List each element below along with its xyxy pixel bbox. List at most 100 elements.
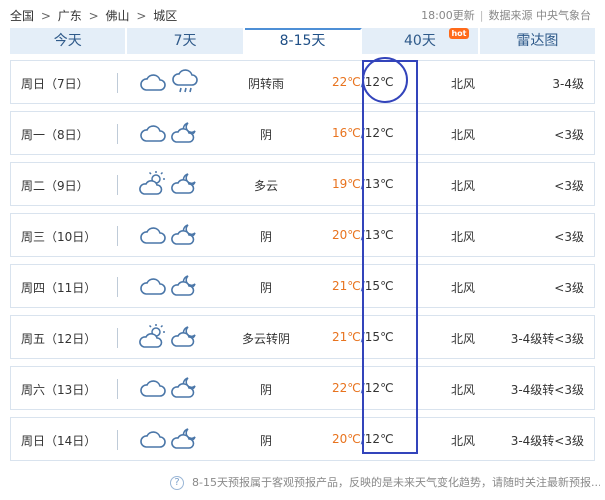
temperature-range: 16℃/12℃ — [332, 126, 394, 140]
day-label: 周四（11日） — [21, 281, 97, 295]
forecast-row: 周三（10日） 阴 20℃/13℃ 北风 <3级 — [10, 213, 595, 257]
high-temp: 21℃ — [332, 279, 361, 293]
low-temp: 13℃ — [364, 177, 394, 191]
day-label: 周五（12日） — [21, 332, 97, 346]
wind-level: 3-4级转<3级 — [510, 332, 584, 346]
wind-direction: 北风 — [450, 383, 475, 397]
weather-description: 阴 — [259, 128, 272, 142]
wind-direction: 北风 — [450, 434, 475, 448]
temperature-range: 20℃/13℃ — [332, 228, 394, 242]
forecast-row: 周一（8日） 阴 16℃/12℃ 北风 <3级 — [10, 111, 595, 155]
weather-icons — [139, 323, 203, 351]
day-label: 周三（10日） — [21, 230, 97, 244]
low-temp: 12℃ — [364, 381, 394, 395]
footnote: ? 8-15天预报属于客观预报产品，反映的是未来天气变化趋势，请随时关注最新预报.… — [170, 474, 600, 490]
weather-description: 多云转阴 — [241, 332, 290, 346]
forecast-row: 周六（13日） 阴 22℃/12℃ 北风 3-4级转<3级 — [10, 366, 595, 410]
breadcrumb-separator: > — [136, 9, 147, 23]
high-temp: 22℃ — [332, 381, 361, 395]
high-temp: 19℃ — [332, 177, 361, 191]
tab-7-days[interactable]: 7天 — [127, 28, 245, 54]
footnote-text: 8-15天预报属于客观预报产品，反映的是未来天气变化趋势，请随时关注最新预报..… — [192, 476, 600, 489]
low-temp: 15℃ — [364, 330, 394, 344]
weather-description: 阴 — [259, 281, 272, 295]
divider — [117, 328, 118, 348]
high-temp: 20℃ — [332, 228, 361, 242]
weather-icons — [139, 272, 203, 300]
divider — [117, 73, 118, 93]
temperature-range: 22℃/12℃ — [332, 381, 394, 395]
tab-radar[interactable]: 雷达图 — [479, 28, 596, 54]
day-label: 周日（14日） — [21, 434, 97, 448]
breadcrumb: 全国 > 广东 > 佛山 > 城区 — [10, 7, 180, 24]
temperature-range: 19℃/13℃ — [332, 177, 394, 191]
forecast-row: 周二（9日） 多云 19℃/13℃ 北风 <3级 — [10, 162, 595, 206]
low-temp: 15℃ — [364, 279, 394, 293]
forecast-row: 周四（11日） 阴 21℃/15℃ 北风 <3级 — [10, 264, 595, 308]
weather-icons — [139, 170, 203, 198]
wind-level: <3级 — [554, 179, 584, 193]
low-temp: 12℃ — [364, 75, 394, 89]
high-temp: 21℃ — [332, 330, 361, 344]
weather-icons — [139, 374, 203, 402]
breadcrumb-separator: > — [88, 9, 99, 23]
divider — [117, 430, 118, 450]
breadcrumb-item-country[interactable]: 全国 — [10, 9, 34, 23]
wind-level: 3-4级转<3级 — [510, 383, 584, 397]
wind-level: <3级 — [554, 128, 584, 142]
low-temp: 13℃ — [364, 228, 394, 242]
weather-description: 阴 — [259, 383, 272, 397]
update-time: 18:00更新 — [421, 9, 475, 22]
weather-icons — [139, 68, 203, 96]
day-label: 周六（13日） — [21, 383, 97, 397]
wind-level: 3-4级 — [552, 77, 584, 91]
weather-description: 阴 — [259, 434, 272, 448]
divider — [117, 379, 118, 399]
wind-level: 3-4级转<3级 — [510, 434, 584, 448]
question-icon[interactable]: ? — [170, 476, 184, 490]
data-source: 数据来源 中央气象台 — [488, 9, 592, 22]
wind-level: <3级 — [554, 230, 584, 244]
update-divider: | — [479, 9, 484, 22]
weather-description: 阴转雨 — [247, 77, 284, 91]
wind-direction: 北风 — [450, 179, 475, 193]
wind-direction: 北风 — [450, 128, 475, 142]
wind-level: <3级 — [554, 281, 584, 295]
top-bar: 全国 > 广东 > 佛山 > 城区 18:00更新 | 数据来源 中央气象台 — [0, 0, 605, 28]
forecast-tabs: 今天 7天 8-15天 40天 雷达图 — [10, 28, 596, 54]
divider — [117, 277, 118, 297]
wind-direction: 北风 — [450, 77, 475, 91]
weather-icons — [139, 425, 203, 453]
weather-icons — [139, 221, 203, 249]
tab-today[interactable]: 今天 — [10, 28, 128, 54]
temperature-range: 22℃/12℃ — [332, 75, 394, 89]
day-label: 周日（7日） — [21, 77, 89, 91]
high-temp: 20℃ — [332, 432, 361, 446]
forecast-row: 周五（12日） 多云转阴 21℃/15℃ 北风 3-4级转<3级 — [10, 315, 595, 359]
wind-direction: 北风 — [450, 230, 475, 244]
wind-direction: 北风 — [450, 332, 475, 346]
update-info: 18:00更新 | 数据来源 中央气象台 — [421, 7, 591, 23]
temperature-range: 21℃/15℃ — [332, 330, 394, 344]
divider — [117, 124, 118, 144]
breadcrumb-item-province[interactable]: 广东 — [58, 9, 82, 23]
breadcrumb-item-district: 城区 — [153, 9, 178, 23]
breadcrumb-item-city[interactable]: 佛山 — [105, 9, 129, 23]
low-temp: 12℃ — [364, 432, 394, 446]
tab-8-15-days[interactable]: 8-15天 — [244, 28, 363, 54]
weather-description: 多云 — [253, 179, 278, 193]
high-temp: 22℃ — [332, 75, 361, 89]
wind-direction: 北风 — [450, 281, 475, 295]
weather-icons — [139, 119, 203, 147]
high-temp: 16℃ — [332, 126, 361, 140]
divider — [117, 226, 118, 246]
breadcrumb-separator: > — [40, 9, 51, 23]
temperature-range: 21℃/15℃ — [332, 279, 394, 293]
forecast-row: 周日（7日） 阴转雨 22℃/12℃ 北风 3-4级 — [10, 60, 595, 104]
forecast-list: 周日（7日） 阴转雨 22℃/12℃ 北风 3-4级周一（8日） 阴 16℃/12℃ 北风 <3… — [10, 60, 595, 468]
forecast-row: 周日（14日） 阴 20℃/12℃ 北风 3-4级转<3级 — [10, 417, 595, 461]
hot-badge: hot — [449, 28, 469, 39]
day-label: 周一（8日） — [21, 128, 89, 142]
divider — [117, 175, 118, 195]
weather-description: 阴 — [259, 230, 272, 244]
